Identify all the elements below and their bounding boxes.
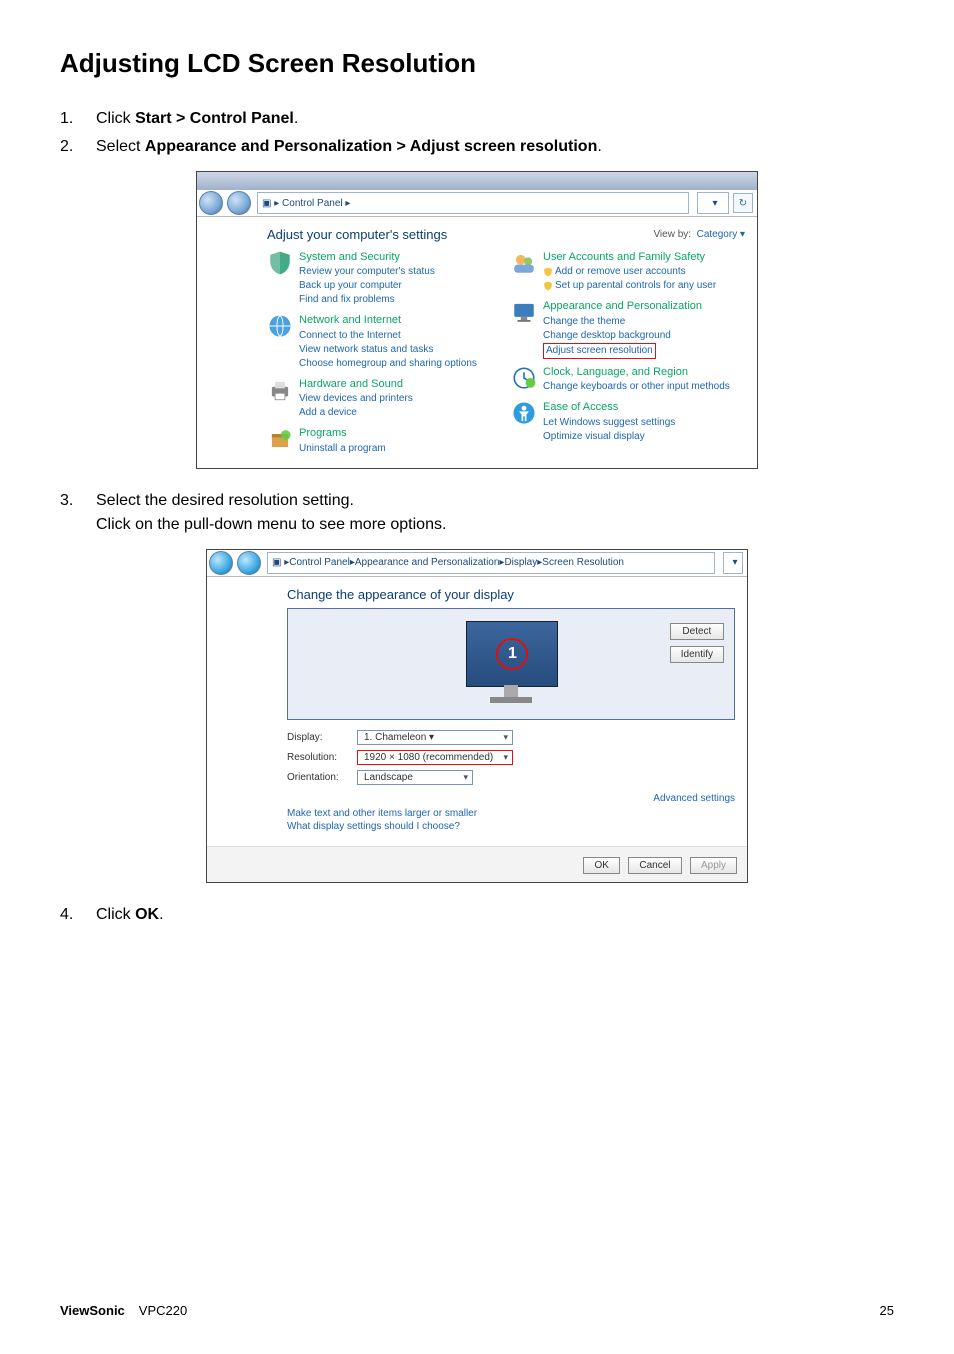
category-heading[interactable]: User Accounts and Family Safety <box>543 250 716 265</box>
box-icon <box>267 426 293 452</box>
category-sublink[interactable]: Add or remove user accounts <box>543 265 716 279</box>
category-heading[interactable]: Programs <box>299 426 386 441</box>
nav-forward-button[interactable] <box>237 551 261 575</box>
category-sublink[interactable]: Change desktop background <box>543 329 702 343</box>
nav-back-button[interactable] <box>199 191 223 215</box>
category-heading[interactable]: Ease of Access <box>543 400 675 415</box>
category-sublink[interactable]: Review your computer's status <box>299 265 435 279</box>
advanced-settings-link[interactable]: Advanced settings <box>653 793 735 804</box>
desktop-icon <box>511 299 537 325</box>
breadcrumb-item[interactable]: Appearance and Personalization <box>355 557 500 568</box>
category-heading[interactable]: System and Security <box>299 250 435 265</box>
category-sublink[interactable]: Set up parental controls for any user <box>543 279 716 293</box>
breadcrumb-item[interactable]: Control Panel <box>289 557 350 568</box>
category-heading[interactable]: Appearance and Personalization <box>543 299 702 314</box>
globe-icon <box>267 313 293 339</box>
category-sublink[interactable]: Let Windows suggest settings <box>543 416 675 430</box>
breadcrumb-control-panel[interactable]: Control Panel <box>282 198 343 209</box>
category-sublink[interactable]: Find and fix problems <box>299 293 435 307</box>
cancel-button[interactable]: Cancel <box>628 857 681 874</box>
category-sublink[interactable]: View network status and tasks <box>299 343 477 357</box>
ease-icon <box>511 400 537 426</box>
step-3-text: Select the desired resolution setting.Cl… <box>96 489 894 537</box>
display-help-link[interactable]: What display settings should I choose? <box>287 821 735 832</box>
printer-icon <box>267 377 293 403</box>
step-number: 1. <box>60 107 96 131</box>
category-sublink[interactable]: Choose homegroup and sharing options <box>299 357 477 371</box>
search-dropdown[interactable]: ▾ <box>723 552 743 574</box>
category-heading[interactable]: Network and Internet <box>299 313 477 328</box>
address-bar[interactable]: ▣ ▸ Control Panel ▸ <box>257 192 689 214</box>
step-2-text: Select Appearance and Personalization > … <box>96 135 894 159</box>
category-sublink[interactable]: Change keyboards or other input methods <box>543 380 730 394</box>
step-number: 2. <box>60 135 96 159</box>
breadcrumb-icon: ▣ <box>262 198 271 209</box>
monitor-icon: 1 <box>466 621 558 687</box>
category-sublink[interactable]: Add a device <box>299 406 413 420</box>
screenshot-control-panel: ▣ ▸ Control Panel ▸ ▾ ↻ Adjust your comp… <box>196 171 758 469</box>
view-by-dropdown[interactable]: Category ▾ <box>697 229 745 240</box>
search-dropdown[interactable]: ▾ <box>697 192 729 214</box>
sr-heading: Change the appearance of your display <box>287 587 735 602</box>
category-sublink[interactable]: View devices and printers <box>299 392 413 406</box>
step-4-text: Click OK. <box>96 903 894 927</box>
category-sublink[interactable]: Adjust screen resolution <box>543 343 702 359</box>
cp-heading: Adjust your computer's settings <box>267 227 447 242</box>
users-icon <box>511 250 537 276</box>
clock-icon <box>511 365 537 391</box>
page-number: 25 <box>880 1303 894 1318</box>
resolution-label: Resolution: <box>287 752 357 763</box>
display-label: Display: <box>287 732 357 743</box>
resolution-select[interactable]: 1920 × 1080 (recommended) <box>357 750 513 765</box>
category-sublink[interactable]: Uninstall a program <box>299 442 386 456</box>
identify-button[interactable]: Identify <box>670 646 724 663</box>
orientation-select[interactable]: Landscape <box>357 770 473 785</box>
step-1-text: Click Start > Control Panel. <box>96 107 894 131</box>
category-sublink[interactable]: Connect to the Internet <box>299 329 477 343</box>
nav-back-button[interactable] <box>209 551 233 575</box>
refresh-icon[interactable]: ↻ <box>733 193 753 213</box>
step-number: 4. <box>60 903 96 927</box>
category-heading[interactable]: Clock, Language, and Region <box>543 365 730 380</box>
step-number: 3. <box>60 489 96 513</box>
monitor-number: 1 <box>496 638 528 670</box>
address-bar[interactable]: ▣ ▸ Control Panel ▸ Appearance and Perso… <box>267 552 715 574</box>
footer-left: ViewSonicVPC220 <box>60 1303 187 1318</box>
nav-forward-button[interactable] <box>227 191 251 215</box>
breadcrumb-item[interactable]: Screen Resolution <box>542 557 624 568</box>
page-title: Adjusting LCD Screen Resolution <box>60 48 894 79</box>
apply-button[interactable]: Apply <box>690 857 737 874</box>
category-heading[interactable]: Hardware and Sound <box>299 377 413 392</box>
screenshot-screen-resolution: ▣ ▸ Control Panel ▸ Appearance and Perso… <box>206 549 748 883</box>
category-sublink[interactable]: Optimize visual display <box>543 430 675 444</box>
display-select[interactable]: 1. Chameleon ▾ <box>357 730 513 745</box>
shield-icon <box>267 250 293 276</box>
ok-button[interactable]: OK <box>583 857 619 874</box>
text-size-link[interactable]: Make text and other items larger or smal… <box>287 808 735 819</box>
detect-button[interactable]: Detect <box>670 623 724 640</box>
view-by: View by: Category ▾ <box>653 229 745 240</box>
category-sublink[interactable]: Change the theme <box>543 315 702 329</box>
category-sublink[interactable]: Back up your computer <box>299 279 435 293</box>
orientation-label: Orientation: <box>287 772 357 783</box>
breadcrumb-item[interactable]: Display <box>504 557 537 568</box>
display-preview: 1 Detect Identify <box>287 608 735 720</box>
